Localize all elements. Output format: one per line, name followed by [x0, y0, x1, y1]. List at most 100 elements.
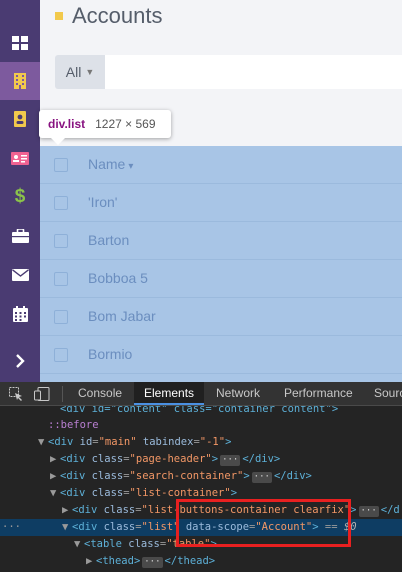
- sidebar-item-cases[interactable]: [0, 217, 40, 255]
- search-input[interactable]: [105, 55, 402, 89]
- sidebar-item-leads[interactable]: [0, 139, 40, 177]
- ellipsis-badge[interactable]: ···: [251, 472, 272, 483]
- tag-name: thead: [177, 555, 209, 567]
- expand-arrow-icon[interactable]: ▶: [86, 553, 96, 570]
- collapse-arrow-icon[interactable]: ▼: [74, 536, 84, 553]
- inspector-tooltip: div.list 1227 × 569: [39, 110, 171, 145]
- tooltip-arrow: [51, 138, 65, 145]
- dom-node-before[interactable]: ::before: [0, 417, 402, 434]
- title-marker: [55, 12, 63, 20]
- caret-down-icon: ▼: [85, 67, 95, 77]
- tag-name: table: [90, 538, 122, 550]
- name-header-label: Name: [88, 156, 126, 172]
- device-toolbar-icon[interactable]: [34, 386, 50, 402]
- table-row[interactable]: Bobboa 5: [40, 260, 402, 298]
- select-all-checkbox[interactable]: [54, 158, 68, 172]
- table-row[interactable]: Bormio: [40, 336, 402, 374]
- inspect-element-icon[interactable]: [8, 386, 24, 402]
- attr-name: id: [79, 436, 93, 448]
- tag-name: thead: [102, 555, 134, 567]
- list-highlight: Name ▾ 'Iron' Barton Bobboa 5 Bom Jabar B…: [40, 146, 402, 382]
- attr-value: "page-header": [129, 453, 212, 465]
- collapse-arrow-icon[interactable]: ▼: [50, 485, 60, 502]
- table-row[interactable]: Barton: [40, 222, 402, 260]
- attr-name: class: [91, 470, 124, 482]
- row-checkbox[interactable]: [54, 196, 68, 210]
- tab-elements[interactable]: Elements: [134, 382, 205, 405]
- table-row[interactable]: 'Iron': [40, 184, 402, 222]
- tooltip-selector: div.list: [48, 117, 86, 131]
- attr-value: "-1": [199, 436, 226, 448]
- account-name-link[interactable]: Bom Jabar: [88, 308, 156, 324]
- attr-value: "list-container": [129, 487, 231, 499]
- tooltip-dimensions: 1227 × 569: [95, 117, 156, 131]
- attr-name: class: [91, 453, 124, 465]
- attr-value: "search-container": [129, 470, 244, 482]
- sidebar-item-accounts[interactable]: [0, 62, 40, 100]
- collapse-arrow-icon[interactable]: ▼: [62, 519, 72, 536]
- contact-icon: [14, 111, 26, 127]
- filter-dropdown-button[interactable]: All ▼: [55, 55, 105, 89]
- ellipsis-badge[interactable]: ···: [358, 506, 379, 517]
- sidebar-item-calendar[interactable]: [0, 295, 40, 333]
- sidebar-item-dashboard[interactable]: [0, 24, 40, 62]
- name-column-header[interactable]: Name ▾: [88, 156, 133, 172]
- account-name-link[interactable]: Bormio: [88, 346, 132, 362]
- tab-network[interactable]: Network: [208, 382, 268, 405]
- grid-icon: [12, 36, 28, 50]
- sidebar-item-emails[interactable]: [0, 256, 40, 294]
- attr-name: class: [128, 538, 160, 550]
- building-icon: [14, 73, 26, 89]
- account-name-link[interactable]: 'Iron': [88, 194, 117, 210]
- sidebar-item-contacts[interactable]: [0, 100, 40, 138]
- account-name-link[interactable]: Bobboa 5: [88, 270, 148, 286]
- table-header-row: Name ▾: [40, 146, 402, 184]
- briefcase-icon: [11, 229, 29, 243]
- search-container: All ▼: [55, 55, 402, 89]
- row-checkbox[interactable]: [54, 310, 68, 324]
- tab-performance[interactable]: Performance: [276, 382, 361, 405]
- attr-name: class: [91, 487, 124, 499]
- pseudo-before: ::before: [48, 419, 99, 431]
- dom-node-page-header[interactable]: ▶ <div class="page-header"> ··· </div>: [0, 451, 402, 468]
- table-row[interactable]: Bom Jabar: [40, 298, 402, 336]
- more-options-icon[interactable]: ···: [2, 519, 21, 536]
- toolbar-divider: [62, 386, 63, 402]
- filter-label: All: [65, 64, 82, 80]
- sidebar-expand-button[interactable]: [0, 342, 40, 380]
- collapse-arrow-icon[interactable]: ▼: [38, 434, 48, 451]
- page-title: Accounts: [72, 3, 163, 28]
- attr-value: "list": [141, 521, 180, 533]
- tag-name: div: [54, 436, 74, 448]
- row-checkbox[interactable]: [54, 272, 68, 286]
- row-checkbox[interactable]: [54, 348, 68, 362]
- expand-arrow-icon[interactable]: ▶: [62, 502, 72, 519]
- dollar-icon: $: [14, 186, 26, 207]
- annotation-highlight-box: [176, 499, 351, 547]
- dom-node-thead[interactable]: ▶ <thead> ··· </thead>: [0, 553, 402, 570]
- sidebar-item-opportunities[interactable]: $: [0, 178, 40, 216]
- expand-arrow-icon[interactable]: ▶: [50, 468, 60, 485]
- account-name-link[interactable]: Barton: [88, 232, 129, 248]
- mail-icon: [11, 269, 29, 281]
- row-checkbox[interactable]: [54, 234, 68, 248]
- attr-name: tabindex: [142, 436, 194, 448]
- attr-name: class: [103, 521, 136, 533]
- calendar-icon: [12, 306, 28, 322]
- expand-arrow-icon[interactable]: ▶: [50, 451, 60, 468]
- attr-value: "main": [98, 436, 137, 448]
- dom-node-text: <div id="content" class="container conte…: [60, 406, 339, 415]
- devtools-tabbar: Console Elements Network Performance Sou…: [0, 382, 402, 406]
- attr-name: class: [103, 504, 136, 516]
- tab-sources[interactable]: Sourc: [366, 382, 402, 405]
- dom-node-main[interactable]: ▼ <div id="main" tabindex="-1">: [0, 434, 402, 451]
- dom-node-search-container[interactable]: ▶ <div class="search-container"> ··· </div>: [0, 468, 402, 485]
- chevron-right-icon: [16, 354, 25, 368]
- id-card-icon: [11, 151, 29, 165]
- ellipsis-badge[interactable]: ···: [142, 557, 163, 568]
- main-content: Accounts All ▼ Name ▾ 'Iron' Barton Bobbo…: [40, 0, 402, 382]
- elements-tree: <div id="content" class="container conte…: [0, 406, 402, 572]
- tab-console[interactable]: Console: [70, 382, 130, 405]
- sort-chevron-icon: ▾: [128, 161, 134, 172]
- ellipsis-badge[interactable]: ···: [220, 455, 241, 466]
